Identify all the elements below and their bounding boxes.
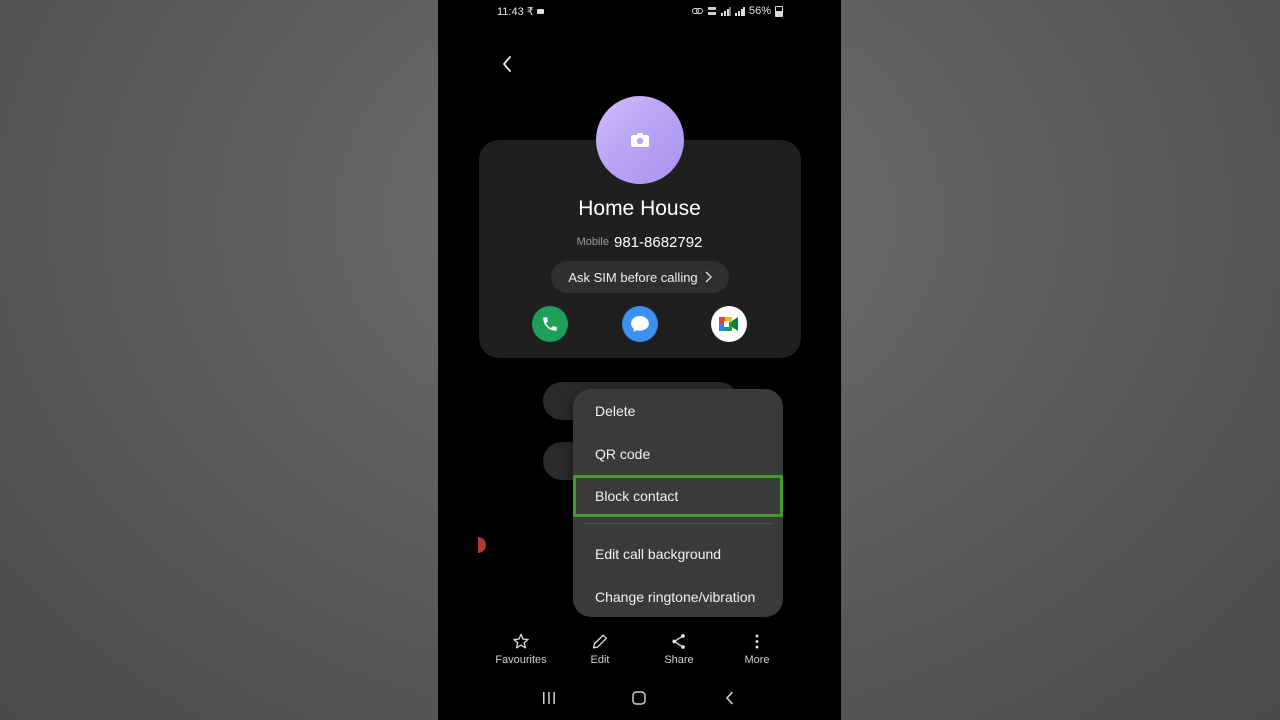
sim-select-button[interactable]: Ask SIM before calling <box>551 261 729 293</box>
edit-button[interactable]: Edit <box>565 632 635 666</box>
google-meet-icon <box>719 317 738 331</box>
red-indicator <box>478 537 486 553</box>
more-button[interactable]: More <box>722 632 792 666</box>
phone-row: Mobile 981-8682792 <box>438 234 841 252</box>
more-options-menu: Delete QR code Block contact Edit call b… <box>573 389 783 617</box>
phone-label: Mobile <box>576 236 609 248</box>
menu-item-block-contact[interactable]: Block contact <box>573 475 783 517</box>
video-record-icon <box>536 9 544 14</box>
more-vertical-icon <box>755 634 759 649</box>
phone-screen: 11:43 ₹ 56% Home House Mobile 981-8682792… <box>438 0 841 720</box>
star-icon <box>513 633 529 649</box>
recents-icon <box>543 692 555 704</box>
rupee-icon: ₹ <box>526 6 534 18</box>
menu-item-change-ringtone[interactable]: Change ringtone/vibration <box>573 577 783 617</box>
share-icon <box>672 634 685 649</box>
menu-item-delete[interactable]: Delete <box>573 391 783 431</box>
battery-icon <box>775 5 783 17</box>
avatar[interactable] <box>596 96 684 184</box>
menu-item-edit-call-background[interactable]: Edit call background <box>573 534 783 574</box>
bottom-action-bar: Favourites Edit Share More <box>438 632 841 672</box>
contact-name: Home House <box>578 197 701 220</box>
menu-divider <box>585 523 771 524</box>
share-button[interactable]: Share <box>644 632 714 666</box>
status-right: 56% <box>691 5 783 17</box>
signal-icon-2 <box>734 6 745 16</box>
volte-icon <box>707 7 716 15</box>
link-icon <box>691 8 703 14</box>
sim-button-label: Ask SIM before calling <box>568 269 698 285</box>
message-button[interactable] <box>622 306 658 342</box>
back-arrow-icon[interactable] <box>496 52 520 76</box>
chevron-right-icon <box>705 271 712 283</box>
status-time: 11:43 ₹ <box>497 5 544 18</box>
pencil-icon <box>593 634 607 649</box>
favourites-button[interactable]: Favourites <box>486 632 556 666</box>
system-nav-bar <box>438 690 841 710</box>
battery-percent: 56% <box>748 5 771 17</box>
message-bubble-icon <box>631 316 649 332</box>
recents-nav-button[interactable] <box>541 690 557 711</box>
signal-icon-1 <box>720 6 731 16</box>
status-bar: 11:43 ₹ 56% <box>438 5 841 21</box>
back-nav-button[interactable] <box>722 690 738 711</box>
home-nav-button[interactable] <box>631 690 647 711</box>
back-nav-icon <box>725 691 734 705</box>
menu-item-qr-code[interactable]: QR code <box>573 434 783 474</box>
call-button[interactable] <box>532 306 568 342</box>
home-icon <box>632 691 646 705</box>
phone-number[interactable]: 981-8682792 <box>614 234 702 251</box>
phone-icon <box>543 317 557 331</box>
video-call-button[interactable] <box>711 306 747 342</box>
camera-icon <box>631 133 649 147</box>
